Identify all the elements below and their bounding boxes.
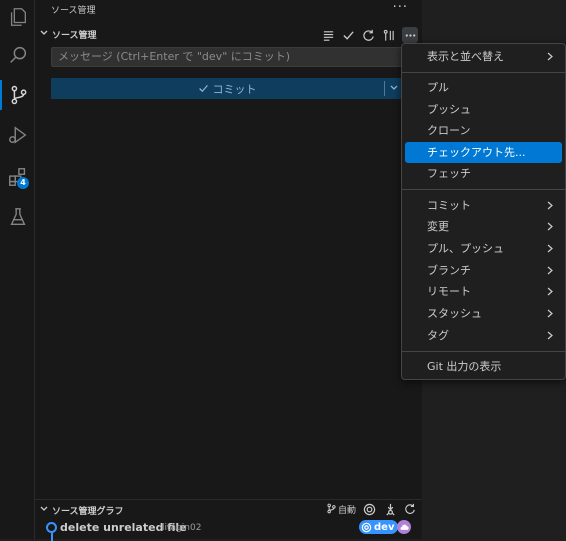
commit-node-icon [46, 522, 57, 533]
chevron-right-icon [547, 201, 553, 210]
branch-icon[interactable] [326, 503, 337, 514]
chevron-right-icon [547, 309, 553, 318]
menu-item-changes[interactable]: 変更 [405, 216, 562, 237]
chevron-right-icon [547, 331, 553, 340]
auto-label[interactable]: 自動 [338, 503, 356, 516]
commit-button-separator [384, 81, 385, 96]
menu-item-view-and-sort[interactable]: 表示と並べ替え [405, 46, 562, 67]
graph-title: ソース管理グラフ [52, 507, 124, 517]
menu-item-stash[interactable]: スタッシュ [405, 303, 562, 324]
menu-item-tags[interactable]: タグ [405, 325, 562, 346]
explorer-icon[interactable] [0, 2, 35, 32]
menu-item-label: スタッシュ [427, 307, 482, 320]
menu-item-commit[interactable]: コミット [405, 195, 562, 216]
chevron-down-icon [40, 30, 48, 35]
section-title: ソース管理 [52, 31, 97, 41]
commit-check-icon[interactable] [340, 27, 356, 43]
chevron-right-icon [547, 52, 553, 61]
branch-badge: dev [359, 520, 399, 534]
more-actions-button[interactable] [402, 27, 418, 43]
menu-item-label: コミット [427, 199, 471, 212]
chevron-down-icon [40, 506, 48, 511]
extensions-badge: 4 [17, 177, 29, 189]
menu-item-label: プル [427, 81, 449, 94]
fetch-icon[interactable] [384, 503, 397, 516]
source-control-section-header[interactable]: ソース管理 [35, 24, 422, 44]
testing-icon[interactable] [0, 202, 35, 232]
refresh-icon[interactable] [360, 27, 376, 43]
menu-item-fetch[interactable]: フェッチ [405, 163, 562, 184]
refresh-icon[interactable] [404, 503, 416, 515]
menu-item-label: タグ [427, 329, 449, 342]
menu-separator [402, 189, 565, 190]
extensions-icon[interactable] [0, 162, 35, 192]
view-as-list-icon[interactable] [320, 27, 336, 43]
branch-name: dev [374, 521, 395, 533]
check-icon [198, 84, 208, 93]
commit-button[interactable]: コミット [51, 78, 403, 99]
activity-bar: 4 [0, 0, 35, 539]
source-control-icon[interactable] [0, 80, 35, 110]
menu-item-label: リモート [427, 285, 471, 298]
commit-button-label: コミット [212, 82, 257, 96]
menu-item-label: 変更 [427, 220, 449, 233]
cloud-icon [400, 524, 409, 530]
more-actions-menu: 表示と並べ替え プル プッシュ クローン チェックアウト先... フェッチ コミ… [401, 43, 566, 380]
remote-badge [397, 520, 411, 534]
menu-item-remote[interactable]: リモート [405, 281, 562, 302]
menu-item-label: 表示と並べ替え [427, 50, 504, 63]
commit-line [51, 533, 53, 541]
menu-item-checkout-to[interactable]: チェックアウト先... [405, 142, 562, 163]
target-icon [361, 522, 372, 532]
menu-item-clone[interactable]: クローン [405, 120, 562, 141]
menu-item-label: Git 出力の表示 [427, 360, 502, 373]
graph-commit-row[interactable]: delete unrelated file litagin02 dev [35, 518, 422, 541]
menu-item-label: フェッチ [427, 167, 471, 180]
menu-item-push[interactable]: プッシュ [405, 99, 562, 120]
menu-item-label: クローン [427, 124, 471, 137]
source-control-sidebar: ソース管理 ··· ソース管理 メッセージ (Ctrl+Enter で "dev… [35, 0, 422, 541]
view-title: ソース管理 [51, 6, 96, 16]
source-control-graph-icon[interactable] [380, 27, 396, 43]
chevron-right-icon [547, 244, 553, 253]
menu-item-branch[interactable]: ブランチ [405, 260, 562, 281]
chevron-right-icon [547, 222, 553, 231]
target-icon[interactable] [363, 503, 376, 516]
menu-item-pull[interactable]: プル [405, 77, 562, 98]
commit-dropdown-chevron-icon[interactable] [389, 83, 399, 93]
chevron-right-icon [547, 287, 553, 296]
view-more-actions-icon[interactable]: ··· [393, 0, 408, 15]
menu-item-label: プル、プッシュ [427, 242, 504, 255]
menu-separator [402, 72, 565, 73]
menu-item-show-git-output[interactable]: Git 出力の表示 [405, 356, 562, 377]
menu-item-pull-push[interactable]: プル、プッシュ [405, 238, 562, 259]
menu-item-label: プッシュ [427, 103, 471, 116]
commit-message-input[interactable]: メッセージ (Ctrl+Enter で "dev" にコミット) [51, 47, 403, 67]
chevron-right-icon [547, 266, 553, 275]
run-debug-icon[interactable] [0, 120, 35, 150]
menu-separator [402, 351, 565, 352]
menu-item-label: チェックアウト先... [427, 146, 526, 159]
source-control-graph-header[interactable]: ソース管理グラフ 自動 [35, 499, 422, 518]
menu-item-label: ブランチ [427, 264, 471, 277]
search-icon[interactable] [0, 40, 35, 70]
commit-author: litagin02 [162, 523, 202, 533]
